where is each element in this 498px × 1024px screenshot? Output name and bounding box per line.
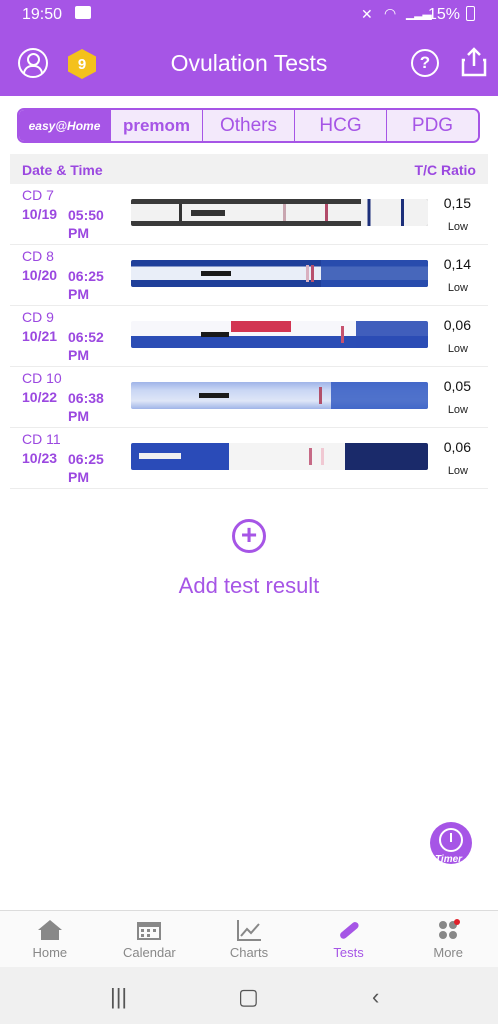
nav-calendar-label: Calendar — [123, 945, 176, 960]
table-row[interactable]: CD 11 10/23 06:25 PM 0,06 Low — [10, 428, 488, 489]
column-tc-ratio: T/C Ratio — [414, 162, 476, 178]
cycle-day: CD 7 — [22, 187, 54, 203]
table-row[interactable]: CD 8 10/20 06:25 PM 0,14 Low — [10, 245, 488, 306]
system-navigation-bar: ||| ▢ ‹ — [0, 967, 498, 1024]
tab-premom[interactable]: premom — [110, 110, 202, 141]
bottom-nav: Home Calendar Charts Tests More — [0, 910, 498, 967]
tab-easyathome[interactable]: easy@Home — [19, 110, 110, 141]
signal-icon: ▁▂▃ — [406, 6, 432, 20]
tab-hcg[interactable]: HCG — [294, 110, 386, 141]
result-level: Low — [447, 404, 468, 416]
recent-apps-icon[interactable]: ||| — [110, 984, 127, 1010]
cycle-day: CD 9 — [22, 309, 54, 325]
tc-ratio-value: 0,06 — [443, 439, 471, 455]
message-notification-icon — [75, 6, 91, 19]
test-strip-image — [131, 443, 428, 470]
add-result-button[interactable]: Add test result — [0, 573, 498, 599]
test-time: 06:38 PM — [68, 390, 104, 424]
test-time: 06:25 PM — [68, 451, 104, 485]
share-icon[interactable] — [460, 46, 488, 78]
brand-tabs: easy@Home premom Others HCG PDG — [17, 108, 480, 143]
table-header: Date & Time T/C Ratio — [10, 154, 488, 184]
test-date: 10/21 — [22, 328, 58, 344]
home-button-icon[interactable]: ▢ — [238, 984, 259, 1010]
app-bar: 9 Ovulation Tests ? — [0, 32, 498, 96]
calendar-icon — [137, 922, 162, 940]
result-level: Low — [447, 221, 468, 233]
chart-icon — [236, 920, 261, 941]
wifi-icon: ◠ — [384, 5, 397, 21]
timer-icon — [439, 828, 463, 852]
battery-percent: 15% — [428, 6, 461, 23]
tab-others[interactable]: Others — [202, 110, 294, 141]
nav-tests-label: Tests — [333, 945, 364, 960]
tc-ratio-value: 0,05 — [443, 378, 471, 394]
status-time: 19:50 — [22, 6, 63, 23]
cycle-day: CD 11 — [22, 431, 61, 447]
nav-more[interactable]: More — [398, 911, 498, 967]
tc-ratio-value: 0,14 — [443, 256, 471, 272]
nav-calendar[interactable]: Calendar — [100, 911, 200, 967]
nav-tests[interactable]: Tests — [299, 911, 399, 967]
add-result-icon[interactable]: + — [232, 519, 266, 553]
table-row[interactable]: CD 7 10/19 05:50 PM 0,15 Low — [10, 184, 488, 245]
status-bar: 19:50 ✕ ◠ ▁▂▃ 15% — [0, 0, 498, 32]
test-time: 06:52 PM — [68, 329, 104, 363]
table-row[interactable]: CD 10 10/22 06:38 PM 0,05 Low — [10, 367, 488, 428]
battery-icon — [466, 6, 475, 21]
test-date: 10/23 — [22, 450, 58, 466]
tc-ratio-value: 0,15 — [443, 195, 471, 211]
test-time: 06:25 PM — [68, 268, 104, 302]
timer-button[interactable]: Timer — [430, 822, 472, 865]
test-strip-image — [131, 382, 428, 409]
mute-icon: ✕ — [361, 6, 373, 22]
tab-pdg[interactable]: PDG — [386, 110, 478, 141]
test-strip-image — [131, 321, 428, 348]
result-level: Low — [447, 282, 468, 294]
test-date: 10/19 — [22, 206, 58, 222]
tc-ratio-value: 0,06 — [443, 317, 471, 333]
nav-charts[interactable]: Charts — [199, 911, 299, 967]
timer-label: Timer — [435, 854, 463, 865]
nav-more-label: More — [433, 945, 463, 960]
result-level: Low — [447, 343, 468, 355]
result-level: Low — [447, 465, 468, 477]
nav-home[interactable]: Home — [0, 911, 100, 967]
back-icon[interactable]: ‹ — [372, 984, 379, 1010]
cycle-day: CD 10 — [22, 370, 62, 386]
nav-charts-label: Charts — [229, 945, 269, 960]
table-row[interactable]: CD 9 10/21 06:52 PM 0,06 Low — [10, 306, 488, 367]
column-date-time: Date & Time — [22, 162, 103, 178]
test-strip-icon — [339, 922, 359, 939]
test-date: 10/22 — [22, 389, 58, 405]
test-date: 10/20 — [22, 267, 58, 283]
test-strip-image — [131, 199, 428, 226]
test-time: 05:50 PM — [68, 207, 104, 241]
help-icon[interactable]: ? — [411, 49, 439, 77]
home-icon — [37, 920, 62, 940]
cycle-day: CD 8 — [22, 248, 54, 264]
nav-home-label: Home — [32, 945, 68, 960]
test-strip-image — [131, 260, 428, 287]
grid-icon — [439, 919, 461, 939]
